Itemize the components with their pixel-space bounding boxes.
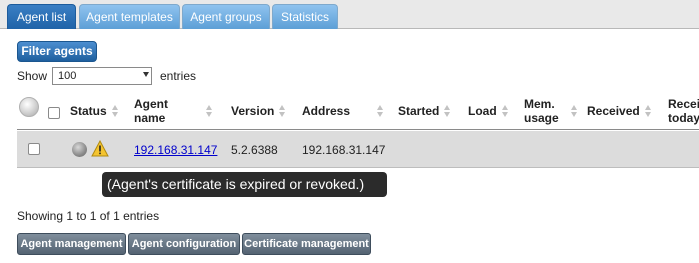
address-value: 192.168.31.147 (302, 142, 386, 157)
table-info: Showing 1 to 1 of 1 entries (17, 209, 160, 223)
column-received-today-label: Received today (668, 97, 699, 125)
column-status[interactable]: Status (70, 92, 119, 130)
select-all-checkbox[interactable] (48, 107, 60, 119)
certificate-management-button[interactable]: Certificate management (242, 233, 371, 255)
column-address-label: Address (302, 104, 351, 118)
column-address[interactable]: Address (302, 92, 384, 130)
tab-agent-list[interactable]: Agent list (7, 4, 76, 29)
entries-select[interactable]: 100 (52, 67, 152, 85)
column-chooser-icon[interactable] (19, 97, 39, 117)
tab-agent-templates[interactable]: Agent templates (79, 4, 180, 29)
tab-statistics[interactable]: Statistics (272, 4, 338, 29)
agent-name-cell: 192.168.31.147 (134, 131, 217, 168)
version-value: 5.2.6388 (231, 142, 278, 157)
filter-agents-button[interactable]: Filter agents (17, 41, 97, 62)
chevron-down-icon (143, 72, 149, 77)
sort-icon (571, 105, 578, 117)
agent-name-link[interactable]: 192.168.31.147 (134, 143, 217, 157)
column-agent-name-label: Agent name (134, 97, 168, 125)
agent-configuration-button[interactable]: Agent configuration (128, 233, 240, 255)
column-mem-usage-label: Mem. usage (524, 97, 559, 125)
column-load-label: Load (468, 104, 497, 118)
version-cell: 5.2.6388 (231, 131, 278, 168)
column-received[interactable]: Received (587, 92, 652, 130)
sort-icon (111, 105, 119, 117)
status-offline-icon (72, 142, 87, 157)
column-version[interactable]: Version (231, 92, 286, 130)
sort-icon (444, 105, 451, 117)
column-received-today[interactable]: Received today (668, 92, 699, 130)
sort-icon (377, 105, 384, 117)
show-label: Show (17, 69, 48, 83)
entries-select-value: 100 (58, 70, 77, 82)
sort-icon (501, 105, 509, 117)
address-cell: 192.168.31.147 (302, 131, 385, 168)
tab-bar: Agent list Agent templates Agent groups … (0, 0, 699, 29)
warning-icon (91, 140, 109, 157)
sort-icon (279, 105, 286, 117)
tab-agent-groups[interactable]: Agent groups (182, 4, 270, 29)
column-status-label: Status (70, 104, 107, 118)
agent-management-button[interactable]: Agent management (17, 233, 126, 255)
table-header: Status Agent name Version Address Starte… (17, 92, 699, 130)
row-checkbox[interactable] (28, 143, 40, 155)
column-agent-name[interactable]: Agent name (134, 92, 213, 130)
sort-icon (206, 105, 213, 117)
column-started-label: Started (398, 104, 440, 118)
column-load[interactable]: Load (468, 92, 509, 130)
column-mem-usage[interactable]: Mem. usage (524, 92, 578, 130)
column-received-label: Received (587, 104, 640, 118)
entries-label: entries (160, 69, 197, 83)
column-started[interactable]: Started (398, 92, 451, 130)
table-row[interactable]: 192.168.31.147 5.2.6388 192.168.31.147 (17, 131, 699, 168)
sort-icon (644, 105, 652, 117)
status-tooltip: (Agent's certificate is expired or revok… (102, 172, 387, 197)
column-version-label: Version (231, 104, 275, 118)
